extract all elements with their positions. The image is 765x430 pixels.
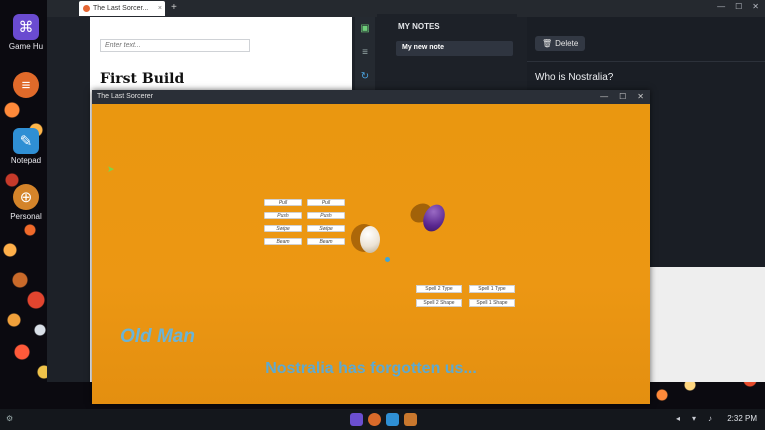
- tray-network-icon[interactable]: ▾: [692, 414, 696, 423]
- note-heading: First Build: [100, 71, 185, 87]
- note-text-input[interactable]: [100, 39, 250, 52]
- close-icon[interactable]: ✕: [752, 2, 759, 11]
- minimize-icon[interactable]: —: [600, 92, 608, 101]
- close-tab-icon[interactable]: ×: [158, 5, 162, 12]
- desktop-icon-document[interactable]: ≡: [2, 72, 50, 100]
- notes-sidebar-title: MY NOTES: [398, 22, 440, 31]
- notes-app-icon[interactable]: ▣: [359, 23, 371, 35]
- taskbar-app-game-hub-icon[interactable]: [350, 413, 363, 426]
- sync-icon[interactable]: ↻: [359, 71, 371, 83]
- spell-button-beam-right[interactable]: Beam: [307, 238, 345, 245]
- game-window-controls: — ☐ ✕: [600, 92, 644, 101]
- taskbar-clock[interactable]: 2:32 PM: [727, 414, 757, 423]
- divider: [527, 61, 765, 62]
- gamepad-icon: ⌘: [13, 14, 39, 40]
- spell-button-pull-left[interactable]: Pull: [264, 199, 302, 206]
- window-controls: — ☐ ✕: [717, 2, 759, 11]
- globe-icon: ⊕: [13, 184, 39, 210]
- note-title: Who is Nostralia?: [535, 72, 614, 83]
- spell-1-type-button[interactable]: Spell 1 Type: [469, 285, 515, 293]
- pointer-icon: ➤: [107, 164, 115, 174]
- dialogue-text: Nostralia has forgotten us...: [265, 360, 477, 377]
- desktop-icon-notepad[interactable]: ✎ Notepad: [2, 128, 50, 165]
- spell-button-push-left[interactable]: Push: [264, 212, 302, 219]
- desktop-icon-game-hub[interactable]: ⌘ Game Hu: [2, 14, 50, 51]
- document-circle-icon: ≡: [13, 72, 39, 98]
- browser-tab[interactable]: The Last Sorcer... ×: [79, 1, 165, 16]
- tray-chevron-icon[interactable]: ◂: [676, 414, 680, 423]
- maximize-icon[interactable]: ☐: [735, 2, 742, 11]
- new-tab-icon[interactable]: +: [171, 2, 177, 13]
- close-icon[interactable]: ✕: [637, 92, 644, 101]
- delete-label: Delete: [555, 39, 579, 48]
- desktop-icon-personal[interactable]: ⊕ Personal: [2, 184, 50, 221]
- taskbar-app-notes-icon[interactable]: [386, 413, 399, 426]
- desktop-icon-label: Personal: [10, 212, 42, 221]
- spell-button-pull-right[interactable]: Pull: [307, 199, 345, 206]
- game-titlebar: The Last Sorcerer — ☐ ✕: [92, 90, 650, 104]
- player-character: [360, 226, 380, 253]
- trash-icon: 🗑: [542, 39, 553, 48]
- minimize-icon[interactable]: —: [717, 2, 725, 11]
- spell-2-type-button[interactable]: Spell 2 Type: [416, 285, 462, 293]
- notepad-icon: ✎: [13, 128, 39, 154]
- tab-title: The Last Sorcer...: [93, 5, 149, 12]
- spell-button-push-right[interactable]: Push: [307, 212, 345, 219]
- spell-button-swipe-right[interactable]: Swipe: [307, 225, 345, 232]
- maximize-icon[interactable]: ☐: [619, 92, 626, 101]
- speaker-name: Old Man: [120, 326, 195, 347]
- start-icon[interactable]: ⚙: [6, 414, 13, 423]
- desktop-icon-label: Notepad: [10, 156, 42, 165]
- taskbar-app-browser-icon[interactable]: [368, 413, 381, 426]
- game-viewport[interactable]: ➤ Pull Pull Push Push Swipe Swipe Beam B…: [92, 104, 650, 404]
- game-window: The Last Sorcerer — ☐ ✕ ➤ Pull Pull Push…: [92, 90, 650, 404]
- menu-icon[interactable]: ≡: [359, 47, 371, 59]
- spell-2-shape-button[interactable]: Spell 2 Shape: [416, 299, 462, 307]
- delete-button[interactable]: 🗑 Delete: [535, 36, 586, 51]
- spell-1-shape-button[interactable]: Spell 1 Shape: [469, 299, 515, 307]
- spell-button-beam-left[interactable]: Beam: [264, 238, 302, 245]
- taskbar-app-game-icon[interactable]: [404, 413, 417, 426]
- note-list-item[interactable]: My new note: [396, 41, 513, 56]
- spell-button-swipe-left[interactable]: Swipe: [264, 225, 302, 232]
- app-favicon-icon: [83, 5, 90, 12]
- magic-orb: [385, 257, 390, 262]
- game-window-title: The Last Sorcerer: [97, 93, 154, 100]
- tray-volume-icon[interactable]: ♪: [708, 414, 712, 423]
- desktop-icon-label: Game Hu: [8, 42, 44, 51]
- taskbar: ⚙ ◂ ▾ ♪ 2:32 PM: [0, 409, 765, 430]
